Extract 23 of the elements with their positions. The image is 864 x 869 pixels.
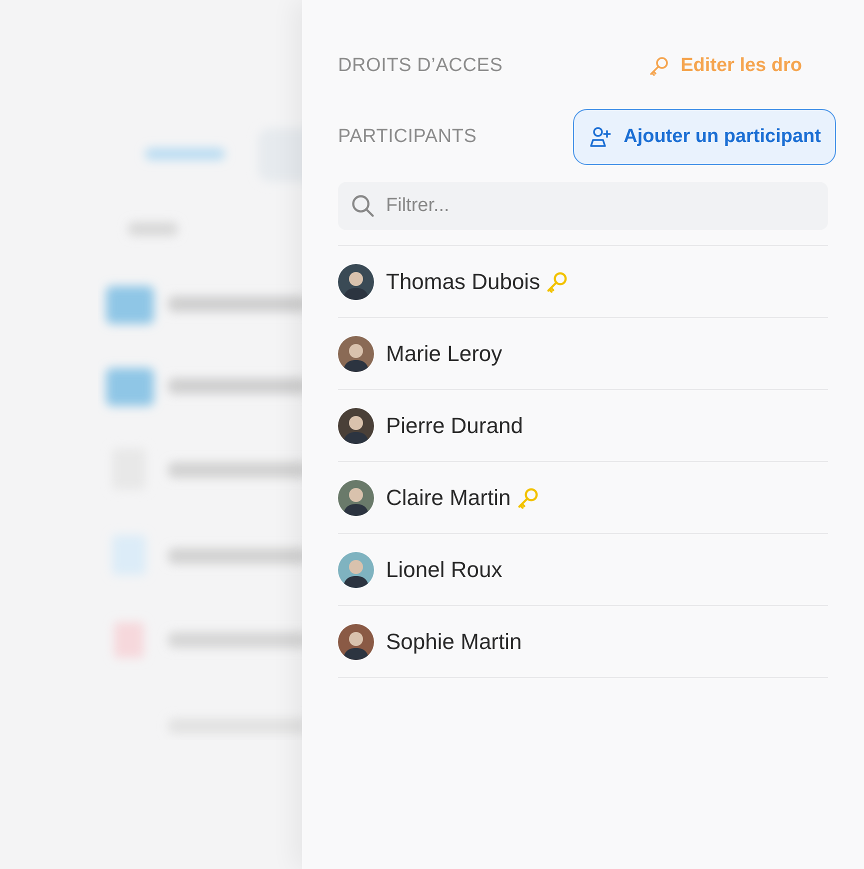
avatar-icon xyxy=(338,264,374,300)
avatar-icon xyxy=(338,624,374,660)
add-participant-button[interactable]: Ajouter un participant xyxy=(572,109,836,165)
participant-name: Lionel Roux xyxy=(386,556,502,582)
participant-name: Claire Martin xyxy=(386,484,511,510)
participant-row[interactable]: Sophie Martin xyxy=(338,606,828,678)
participant-row[interactable]: Thomas Dubois xyxy=(338,246,828,318)
participant-name: Thomas Dubois xyxy=(386,268,540,294)
participant-name: Marie Leroy xyxy=(386,340,502,366)
section-title: DROITS D’ACCES xyxy=(338,55,503,77)
filter-field[interactable]: Filtrer... xyxy=(338,182,828,230)
participant-row[interactable]: Lionel Roux xyxy=(338,534,828,606)
participant-row[interactable]: Marie Leroy xyxy=(338,318,828,390)
avatar-icon xyxy=(338,552,374,588)
participant-name: Sophie Martin xyxy=(386,628,522,654)
participant-row[interactable]: Pierre Durand xyxy=(338,390,828,462)
participant-row[interactable]: Claire Martin xyxy=(338,462,828,534)
add-user-icon xyxy=(588,125,612,149)
avatar-icon xyxy=(338,408,374,444)
section-title: PARTICIPANTS xyxy=(338,126,477,148)
avatar-icon xyxy=(338,480,374,516)
avatar-icon xyxy=(338,336,374,372)
participant-name: Pierre Durand xyxy=(386,412,523,438)
